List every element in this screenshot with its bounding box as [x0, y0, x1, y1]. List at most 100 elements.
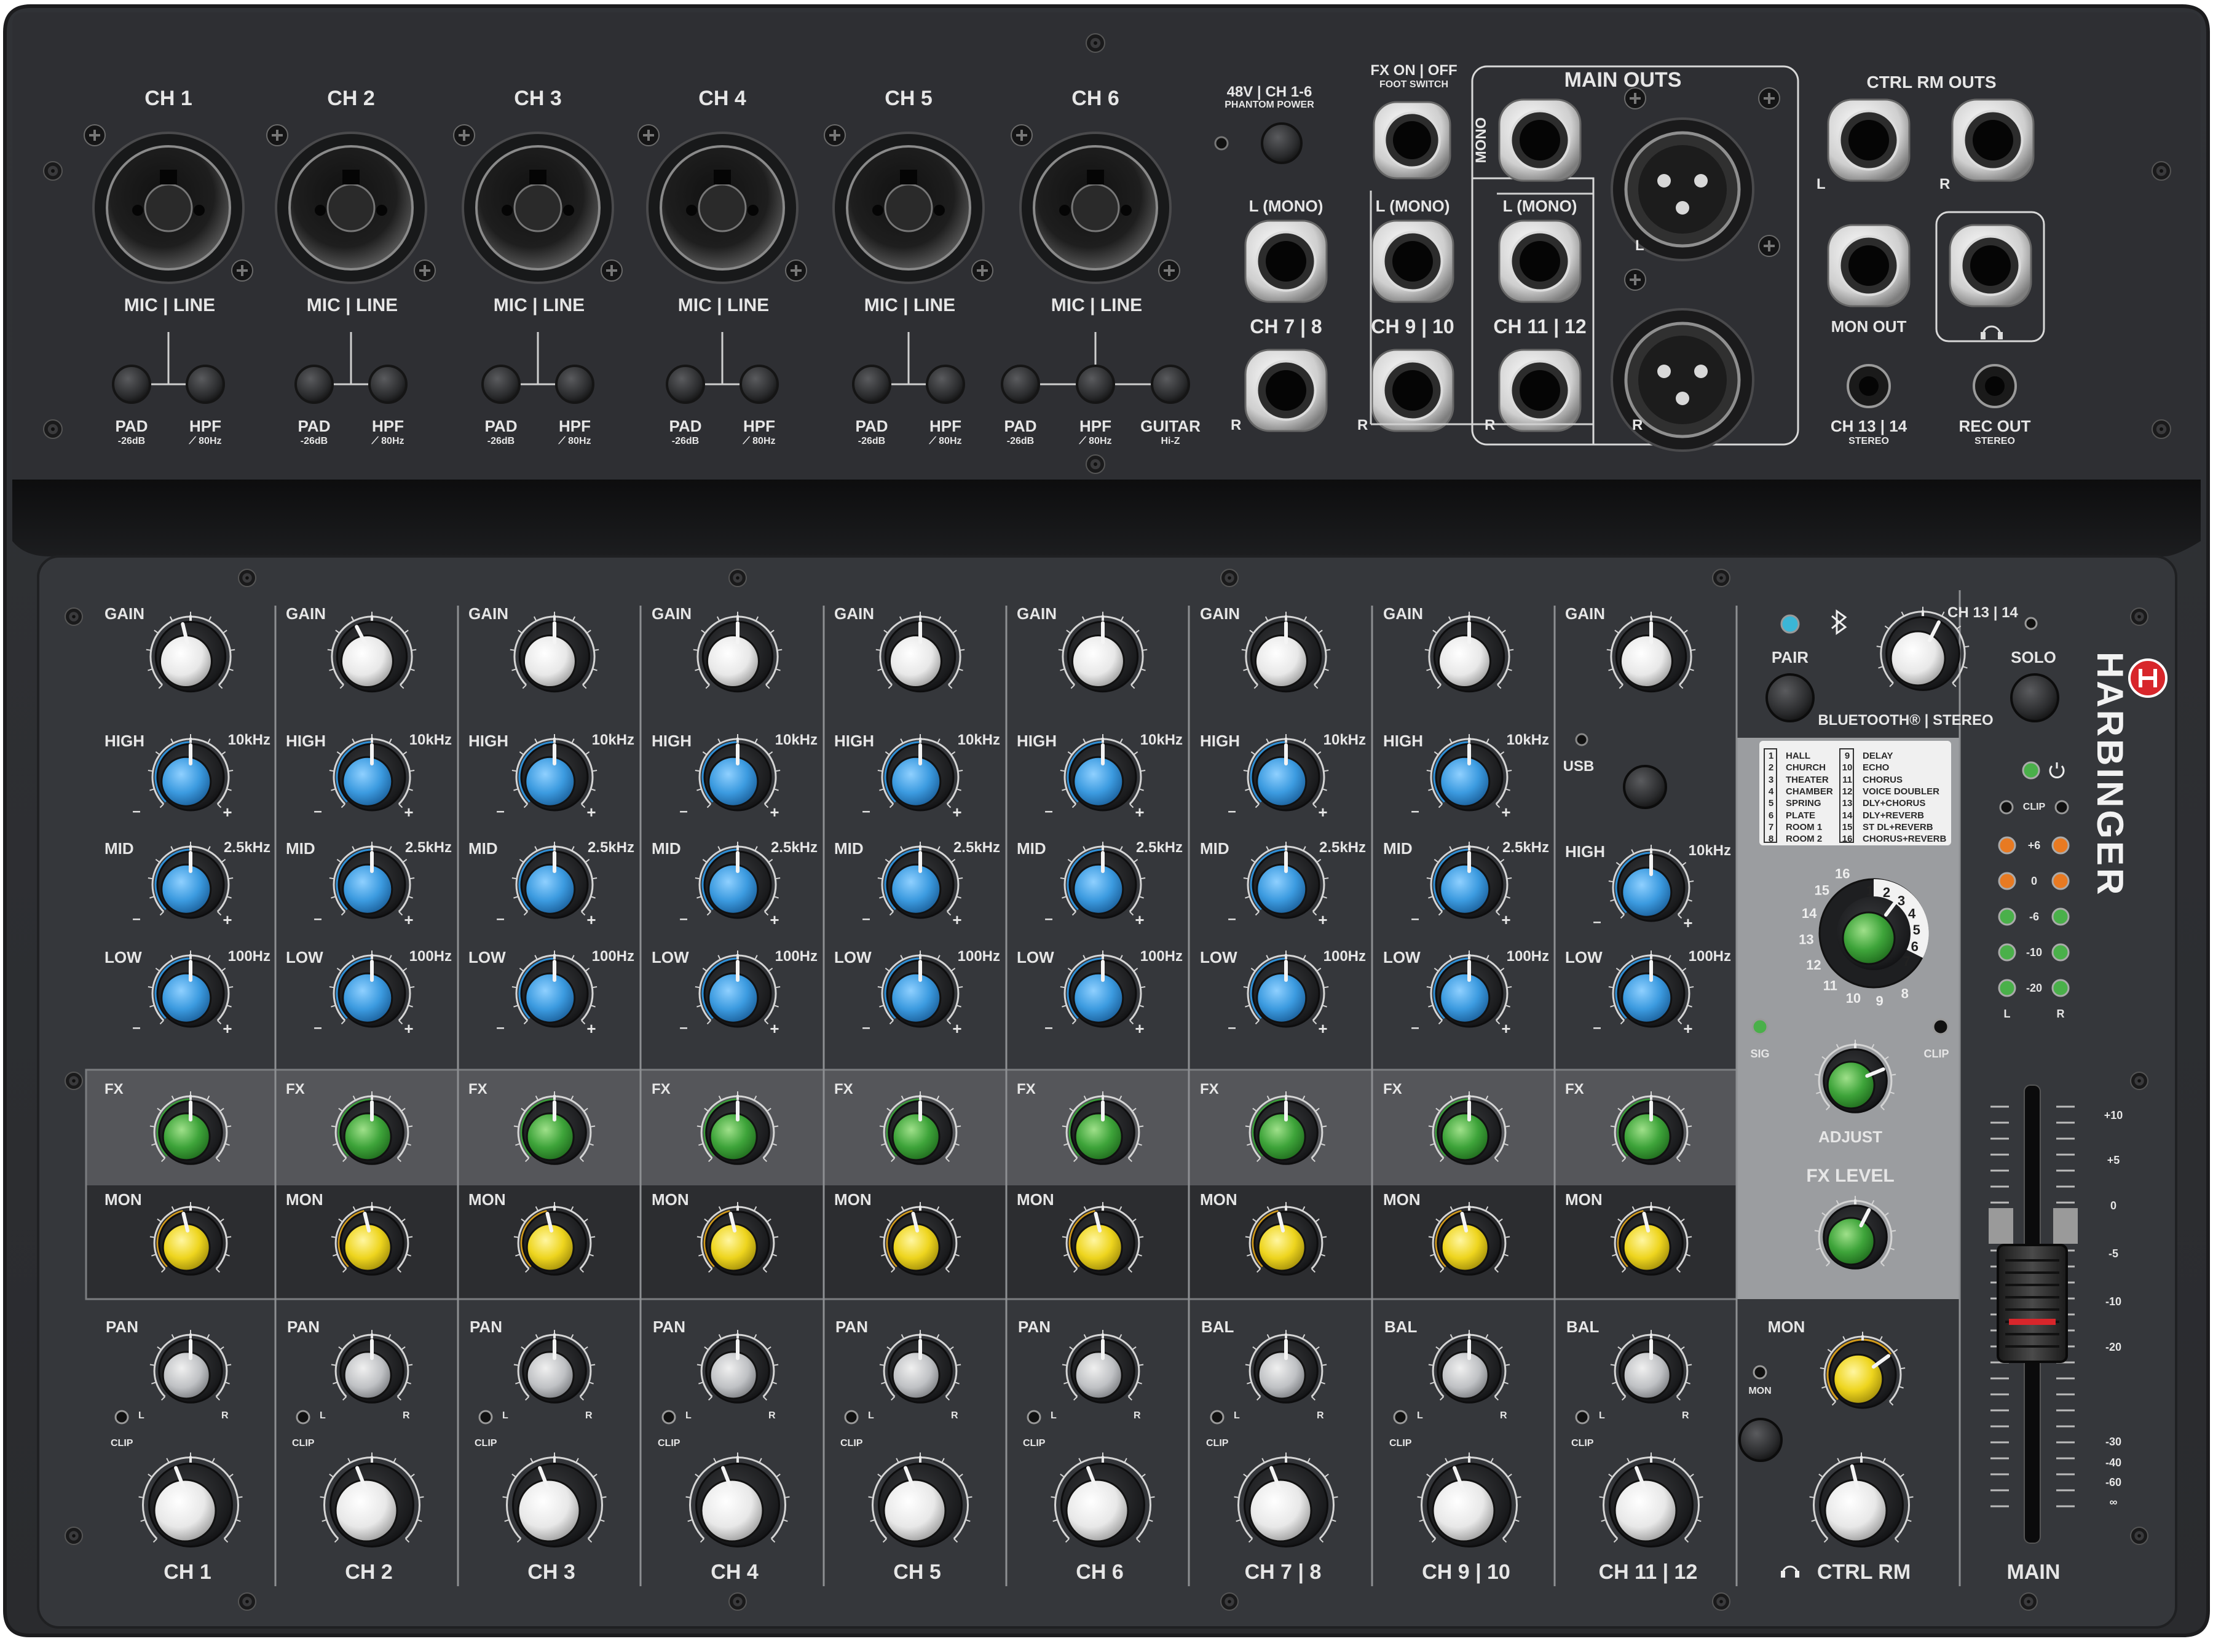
button-sublabel: ⟋ 80Hz — [1079, 436, 1112, 446]
channel-name: CH 6 — [1076, 1560, 1124, 1584]
stereo-input-left-jack-2[interactable] — [1371, 219, 1454, 303]
eq-low-freq-label: 100Hz — [1323, 948, 1366, 965]
fx-program-position-label: 6 — [1911, 939, 1919, 954]
fx-level-label: FX LEVEL — [1806, 1166, 1895, 1186]
rear-pad-button-1[interactable] — [112, 365, 151, 404]
rec-out-stereo-minijack[interactable] — [1973, 364, 2017, 408]
rec-out-label: REC OUT — [1959, 417, 2031, 435]
fx-send-label: FX — [1200, 1081, 1219, 1097]
solo-button[interactable] — [2010, 673, 2059, 722]
combo-jack-input-1[interactable] — [92, 132, 245, 284]
channel-name: CH 5 — [893, 1560, 941, 1584]
eq-high-label: HIGH — [1017, 732, 1057, 750]
mon-out-jack[interactable] — [1827, 224, 1911, 307]
rear-hpf-button-1[interactable] — [186, 365, 225, 404]
eq-high-label: HIGH — [652, 732, 692, 750]
usb-button[interactable] — [1623, 765, 1667, 809]
eq-low-freq-label: 100Hz — [775, 948, 818, 965]
ch1314-label: CH 13 | 14 — [1830, 417, 1907, 435]
rear-pad-button-5[interactable] — [852, 365, 891, 404]
main-out-mono-jack[interactable] — [1498, 98, 1582, 182]
rear-channel-label: CH 1 — [144, 87, 192, 110]
phantom-power-button[interactable] — [1261, 122, 1303, 164]
rear-pad-button-4[interactable] — [666, 365, 705, 404]
phillips-screw — [1624, 269, 1646, 291]
main-out-l-label: L — [1635, 237, 1644, 254]
eq-minus-label: – — [496, 803, 505, 820]
stereo-input-right-jack-2[interactable] — [1371, 349, 1454, 432]
combo-jack-input-4[interactable] — [646, 132, 799, 284]
screw — [2152, 161, 2171, 181]
screw — [43, 419, 63, 439]
meter-level-label: 0 — [2030, 875, 2038, 887]
clip-label: CLIP — [111, 1438, 133, 1448]
fx-footswitch-sublabel: FOOT SWITCH — [1379, 79, 1448, 90]
screw — [1086, 33, 1105, 53]
button-label: PAD — [669, 417, 702, 435]
mon-button[interactable] — [1738, 1418, 1783, 1462]
screw — [2019, 1592, 2038, 1611]
eq-minus-label: – — [132, 911, 141, 927]
main-out-xlr-left[interactable] — [1611, 117, 1754, 261]
rear-pad-button-6[interactable] — [1001, 365, 1040, 404]
stereo-input-right-jack-1[interactable] — [1244, 349, 1328, 432]
stereo-input-left-jack-1[interactable] — [1244, 219, 1328, 303]
rec-out-sublabel: STEREO — [1974, 436, 2015, 446]
ch1314-stereo-minijack[interactable] — [1847, 364, 1891, 408]
eq-minus-label: – — [1593, 914, 1601, 930]
combo-jack-input-5[interactable] — [832, 132, 985, 284]
fx-program-position-label: 10 — [1846, 990, 1861, 1006]
combo-jack-input-3[interactable] — [462, 132, 614, 284]
fader-scale-label: 0 — [2110, 1199, 2117, 1212]
fx-footswitch-jack[interactable] — [1373, 101, 1451, 180]
rear-pad-button-3[interactable] — [481, 365, 521, 404]
clip-label: CLIP — [1023, 1438, 1046, 1448]
mon-send-label: MON — [1017, 1190, 1054, 1209]
eq-minus-label: – — [862, 803, 870, 820]
screw — [1086, 454, 1105, 474]
ctrl-rm-out-left-jack[interactable] — [1827, 98, 1911, 182]
main-out-r-label: R — [1632, 417, 1643, 433]
button-sublabel: ⟋ 80Hz — [558, 436, 591, 446]
button-sublabel: -26dB — [1006, 436, 1035, 446]
eq-plus-label: + — [223, 1019, 232, 1038]
headphone-out-jack[interactable] — [1949, 224, 2032, 307]
brand-logo-icon — [2128, 658, 2168, 698]
combo-jack-input-2[interactable] — [275, 132, 427, 284]
fx-program-name: CHURCH — [1786, 762, 1826, 773]
fx-program-number: 11 — [1842, 774, 1852, 785]
rear-hpf-button-2[interactable] — [368, 365, 408, 404]
eq-minus-label: – — [1044, 1019, 1053, 1036]
fx-send-label: FX — [834, 1081, 853, 1097]
meter-level-label: -6 — [2029, 911, 2040, 923]
stereo-input-right-label: R — [1231, 417, 1242, 433]
fx-send-label: FX — [1565, 1081, 1584, 1097]
combo-jack-input-6[interactable] — [1019, 132, 1172, 284]
stereo-input-left-jack-3[interactable] — [1498, 219, 1582, 303]
main-fader[interactable] — [1989, 1085, 2078, 1544]
eq-plus-label: + — [952, 803, 962, 821]
eq-high-freq-label: 10kHz — [409, 732, 452, 748]
fx-program-number: 16 — [1842, 834, 1853, 845]
pan-l-label: L — [685, 1410, 692, 1421]
rear-hpf-button-4[interactable] — [740, 365, 779, 404]
button-sublabel: -26dB — [858, 436, 886, 446]
rear-guitar-button-6[interactable] — [1151, 365, 1190, 404]
pair-button[interactable] — [1765, 673, 1815, 722]
rear-hpf-button-3[interactable] — [555, 365, 594, 404]
screw — [1220, 569, 1239, 587]
clip-led-8 — [1393, 1410, 1408, 1425]
ctrl-rm-out-right-jack[interactable] — [1951, 98, 2035, 182]
rear-hpf-button-5[interactable] — [926, 365, 965, 404]
eq-plus-label: + — [1501, 1019, 1511, 1038]
fx-program-number: 7 — [1768, 821, 1774, 832]
eq-high-freq-label: 10kHz — [591, 732, 634, 748]
fx-send-label: FX — [1017, 1081, 1036, 1097]
pan-l-label: L — [1599, 1410, 1605, 1421]
fx-program-number: 8 — [1768, 834, 1774, 845]
rear-channel-label: CH 2 — [327, 87, 375, 110]
rear-hpf-button-6[interactable] — [1076, 365, 1115, 404]
rear-pad-button-2[interactable] — [294, 365, 334, 404]
stereo-input-right-jack-3[interactable] — [1498, 349, 1582, 432]
rear-channel-label: CH 6 — [1071, 87, 1119, 110]
